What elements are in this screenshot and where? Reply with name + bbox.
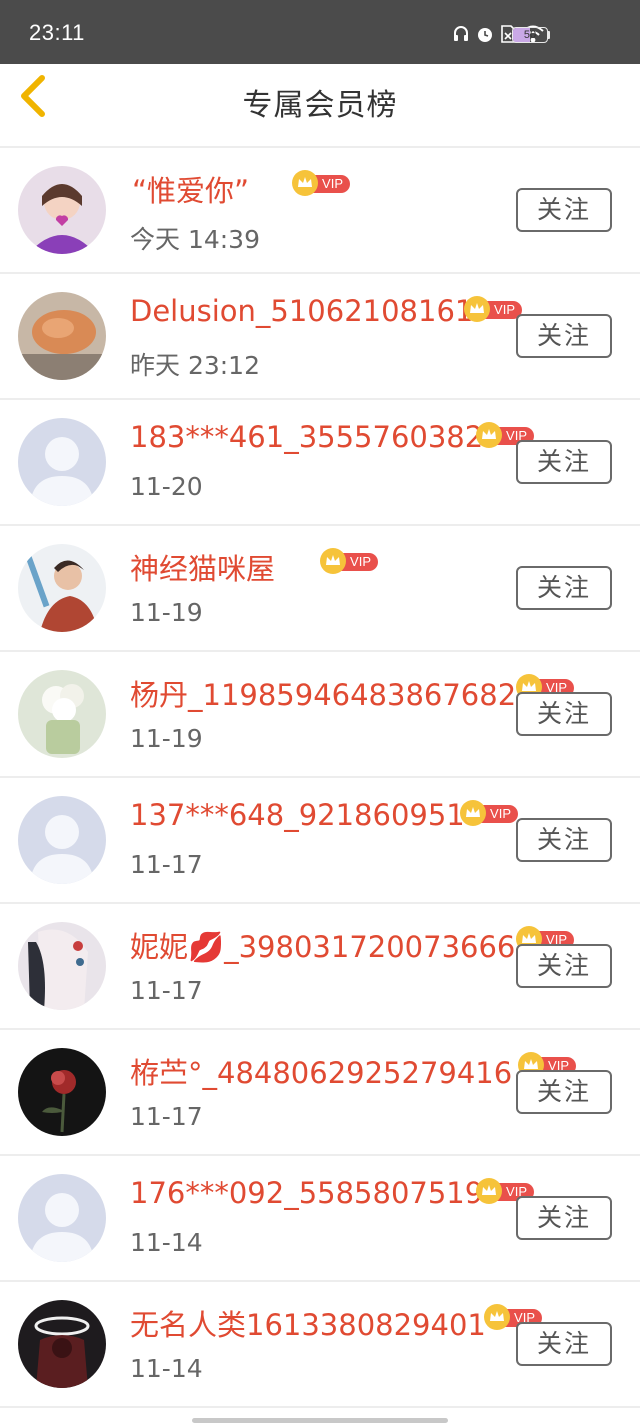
avatar[interactable] xyxy=(18,1174,106,1262)
member-name[interactable]: 栫苎°_4848062925279416 xyxy=(130,1050,512,1092)
member-name[interactable]: “惟爱你” xyxy=(132,168,249,210)
member-time: 昨天 23:12 xyxy=(130,351,260,380)
alarm-icon xyxy=(476,25,494,43)
list-item[interactable]: 无名人类1613380829401 VIP 11-14 关注 xyxy=(0,1282,640,1408)
avatar[interactable] xyxy=(18,166,106,254)
follow-button[interactable]: 关注 xyxy=(516,944,612,988)
vip-badge: VIP xyxy=(320,548,380,574)
avatar[interactable] xyxy=(18,670,106,758)
list-item[interactable]: 176***092_5585807519 VIP 11-14 关注 xyxy=(0,1156,640,1282)
vip-badge: VIP xyxy=(464,296,524,322)
avatar[interactable] xyxy=(18,1048,106,1136)
avatar[interactable] xyxy=(18,544,106,632)
crown-icon xyxy=(476,422,502,448)
vip-badge: VIP xyxy=(292,170,352,196)
home-indicator[interactable] xyxy=(192,1418,448,1423)
member-name[interactable]: 无名人类1613380829401 xyxy=(130,1302,486,1344)
member-time: 11-20 xyxy=(130,472,203,501)
avatar[interactable] xyxy=(18,418,106,506)
follow-button[interactable]: 关注 xyxy=(516,314,612,358)
follow-button[interactable]: 关注 xyxy=(516,440,612,484)
follow-button[interactable]: 关注 xyxy=(516,1196,612,1240)
crown-icon xyxy=(484,1304,510,1330)
member-name[interactable]: 杨丹_11985946483867682 xyxy=(130,672,516,714)
member-name[interactable]: 183***461_3555760382 xyxy=(130,420,483,454)
list-item[interactable]: 杨丹_11985946483867682 VIP 11-19 关注 xyxy=(0,652,640,778)
member-name[interactable]: 神经猫咪屋 xyxy=(130,546,275,588)
header: 专属会员榜 ····· xyxy=(0,64,640,148)
list-item[interactable]: Delusion_51062108161 VIP 昨天 23:12 关注 xyxy=(0,274,640,400)
scrolled-text-fragment: ····· xyxy=(18,129,338,146)
avatar[interactable] xyxy=(18,922,106,1010)
follow-button[interactable]: 关注 xyxy=(516,1070,612,1114)
member-name[interactable]: 176***092_5585807519 xyxy=(130,1176,483,1210)
list-item[interactable]: 183***461_3555760382 VIP 11-20 关注 xyxy=(0,400,640,526)
member-name[interactable]: Delusion_51062108161 xyxy=(130,294,473,328)
follow-button[interactable]: 关注 xyxy=(516,692,612,736)
list-item[interactable]: “惟爱你” VIP 今天 14:39 关注 xyxy=(0,148,640,274)
battery-icon: 50 xyxy=(512,27,550,43)
member-name[interactable]: 妮妮💋_398031720073666 xyxy=(130,924,515,966)
headphones-icon xyxy=(452,25,470,43)
member-list: “惟爱你” VIP 今天 14:39 关注 Delusion_510621081… xyxy=(0,148,640,1408)
battery-level: 50 xyxy=(523,29,537,41)
follow-button[interactable]: 关注 xyxy=(516,566,612,610)
page-title: 专属会员榜 xyxy=(242,88,398,123)
member-time: 11-19 xyxy=(130,724,203,753)
follow-button[interactable]: 关注 xyxy=(516,188,612,232)
status-time: 23:11 xyxy=(29,20,85,45)
member-time: 11-14 xyxy=(130,1354,203,1383)
member-time: 11-19 xyxy=(130,598,203,627)
list-item[interactable]: 神经猫咪屋 VIP 11-19 关注 xyxy=(0,526,640,652)
crown-icon xyxy=(320,548,346,574)
member-time: 11-17 xyxy=(130,976,203,1005)
list-item[interactable]: 栫苎°_4848062925279416 VIP 11-17 关注 xyxy=(0,1030,640,1156)
member-time: 今天 14:39 xyxy=(130,225,260,254)
member-name[interactable]: 137***648_921860951 xyxy=(130,798,465,832)
follow-button[interactable]: 关注 xyxy=(516,818,612,862)
crown-icon xyxy=(460,800,486,826)
list-item[interactable]: 妮妮💋_398031720073666 VIP 11-17 关注 xyxy=(0,904,640,1030)
status-bar: 23:11 50 xyxy=(0,0,640,64)
avatar[interactable] xyxy=(18,1300,106,1388)
crown-icon xyxy=(476,1178,502,1204)
member-time: 11-17 xyxy=(130,850,203,879)
crown-icon xyxy=(292,170,318,196)
follow-button[interactable]: 关注 xyxy=(516,1322,612,1366)
vip-badge: VIP xyxy=(460,800,520,826)
member-time: 11-17 xyxy=(130,1102,203,1131)
avatar[interactable] xyxy=(18,796,106,884)
list-item[interactable]: 137***648_921860951 VIP 11-17 关注 xyxy=(0,778,640,904)
member-time: 11-14 xyxy=(130,1228,203,1257)
crown-icon xyxy=(464,296,490,322)
avatar[interactable] xyxy=(18,292,106,380)
